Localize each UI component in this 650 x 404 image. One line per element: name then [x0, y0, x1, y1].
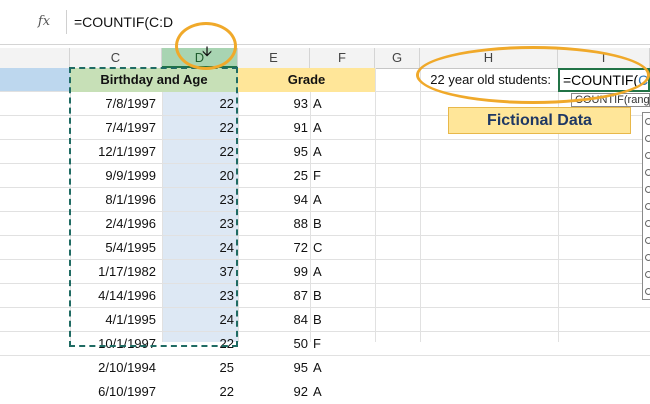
function-icon[interactable] [645, 203, 650, 210]
age-cell[interactable]: 22 [162, 380, 234, 404]
column-header-c[interactable]: C [70, 48, 162, 68]
score-cell[interactable]: 88 [238, 212, 308, 236]
grid-line [375, 68, 376, 342]
formula-input[interactable]: =COUNTIF(C:D [74, 12, 173, 32]
age-cell[interactable]: 25 [162, 356, 234, 380]
formula-bar-divider [66, 10, 67, 34]
score-cell[interactable]: 94 [238, 188, 308, 212]
letter-grade-cell[interactable]: C [313, 236, 373, 260]
letter-grade-cell[interactable]: F [313, 332, 373, 356]
letter-grade-cell[interactable]: A [313, 116, 373, 140]
score-cell[interactable]: 25 [238, 164, 308, 188]
function-icon[interactable] [645, 135, 650, 142]
function-icon[interactable] [645, 169, 650, 176]
letter-grade-cell[interactable]: A [313, 260, 373, 284]
column-header-blank [0, 48, 70, 68]
function-icon[interactable] [645, 271, 650, 278]
score-cell[interactable]: 50 [238, 332, 308, 356]
grid-line [310, 68, 311, 342]
column-header-g[interactable]: G [375, 48, 420, 68]
fictional-data-label: Fictional Data [448, 107, 631, 134]
grid-line [420, 68, 421, 342]
score-cell[interactable]: 99 [238, 260, 308, 284]
score-cell[interactable]: 95 [238, 140, 308, 164]
highlight-oval-column-d [175, 22, 237, 70]
function-icon[interactable] [645, 220, 650, 227]
function-icon[interactable] [645, 186, 650, 193]
function-icon[interactable] [645, 152, 650, 159]
letter-grade-cell[interactable]: B [313, 212, 373, 236]
function-icon[interactable] [645, 288, 650, 295]
grade-header[interactable]: Grade [238, 68, 375, 92]
letter-grade-cell[interactable]: A [313, 92, 373, 116]
score-cell[interactable]: 92 [238, 380, 308, 404]
function-icon[interactable] [645, 237, 650, 244]
letter-grade-cell[interactable]: A [313, 380, 373, 404]
birthday-cell[interactable]: 2/10/1994 [70, 356, 156, 380]
fx-icon[interactable]: fx [26, 12, 62, 32]
letter-grade-cell[interactable]: B [313, 308, 373, 332]
score-cell[interactable]: 95 [238, 356, 308, 380]
function-icon[interactable] [645, 118, 650, 125]
letter-grade-cell[interactable]: B [313, 284, 373, 308]
score-cell[interactable]: 87 [238, 284, 308, 308]
letter-grade-cell[interactable]: A [313, 356, 373, 380]
score-cell[interactable]: 91 [238, 116, 308, 140]
score-cell[interactable]: 72 [238, 236, 308, 260]
letter-grade-cell[interactable]: A [313, 140, 373, 164]
row-band-fill [0, 68, 70, 92]
letter-grade-cell[interactable]: F [313, 164, 373, 188]
letter-grade-cell[interactable]: A [313, 188, 373, 212]
column-header-e[interactable]: E [238, 48, 310, 68]
highlight-oval-formula [416, 46, 650, 104]
column-header-f[interactable]: F [310, 48, 375, 68]
function-icon[interactable] [645, 254, 650, 261]
score-cell[interactable]: 93 [238, 92, 308, 116]
score-cell[interactable]: 84 [238, 308, 308, 332]
range-marquee [69, 67, 238, 347]
birthday-cell[interactable]: 6/10/1997 [70, 380, 156, 404]
